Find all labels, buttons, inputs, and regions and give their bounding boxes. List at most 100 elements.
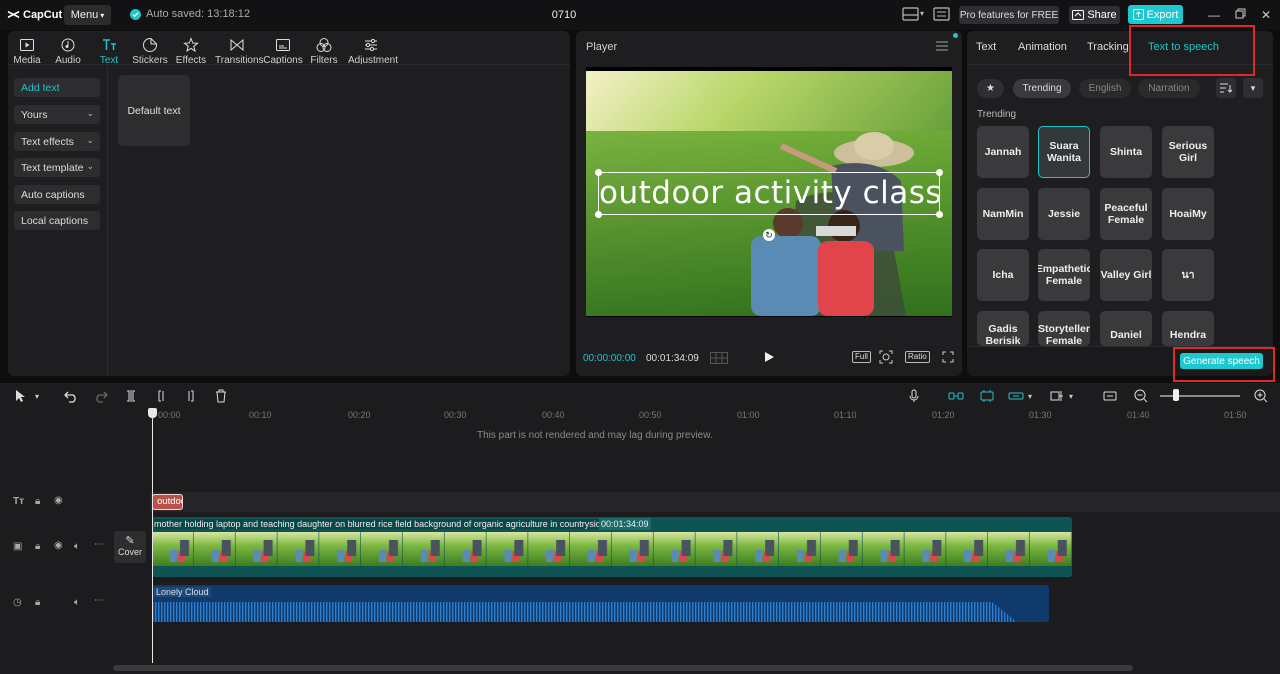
link-icon[interactable]: [948, 389, 964, 403]
horizontal-scrollbar[interactable]: [113, 665, 1133, 671]
eye-icon[interactable]: ◉: [54, 495, 63, 506]
trim-right-icon[interactable]: [184, 389, 198, 403]
more-options-icon[interactable]: ⋯: [94, 595, 104, 606]
tool-audio[interactable]: Audio: [46, 34, 90, 66]
voice-valley-girl[interactable]: Valley Girl: [1100, 249, 1152, 301]
delete-icon[interactable]: [214, 389, 228, 403]
resize-handle[interactable]: [936, 211, 943, 218]
voice-hendra[interactable]: Hendra: [1162, 311, 1214, 346]
text-clip[interactable]: outdoor activity class: [152, 494, 183, 510]
ratio-button[interactable]: Ratio: [905, 351, 930, 363]
minimize-icon[interactable]: —: [1207, 8, 1221, 22]
voice-thai[interactable]: นา: [1162, 249, 1214, 301]
voice-jessie[interactable]: Jessie: [1038, 188, 1090, 240]
caption-selection-box[interactable]: outdoor activity class: [595, 169, 943, 218]
sidebar-item-add-text[interactable]: Add text: [14, 78, 100, 97]
filter-narration[interactable]: Narration: [1138, 79, 1200, 98]
filter-settings-icon[interactable]: [1216, 78, 1236, 98]
export-button[interactable]: Export: [1128, 5, 1183, 24]
timeline-grid-icon[interactable]: [710, 352, 728, 364]
zoom-slider-track[interactable]: [1160, 395, 1240, 397]
project-name[interactable]: 0710: [540, 9, 588, 21]
tab-tracking[interactable]: Tracking: [1087, 41, 1129, 53]
layout-icon[interactable]: [902, 7, 920, 23]
tool-transitions[interactable]: Transitions: [215, 34, 264, 66]
restore-icon[interactable]: [1233, 8, 1247, 22]
tool-media[interactable]: Media: [5, 34, 49, 66]
magnet-icon[interactable]: [979, 389, 995, 403]
voice-nammin[interactable]: NamMin: [977, 188, 1029, 240]
fullscreen-icon[interactable]: [942, 351, 954, 363]
voice-gadis-berisik[interactable]: Gadis Berisik: [977, 311, 1029, 346]
default-text-card[interactable]: Default text: [118, 75, 190, 146]
audio-clip[interactable]: Lonely Cloud: [152, 585, 1049, 622]
playhead-line[interactable]: [152, 408, 153, 663]
voice-daniel[interactable]: Daniel: [1100, 311, 1152, 346]
sidebar-item-auto-captions[interactable]: Auto captions: [14, 185, 100, 204]
keyboard-icon[interactable]: [933, 7, 951, 23]
resize-handle[interactable]: [595, 169, 602, 176]
preview-axis-icon[interactable]: [1050, 389, 1064, 403]
tool-stickers[interactable]: Stickers: [128, 34, 172, 66]
lock-icon[interactable]: 🔒︎: [35, 496, 40, 507]
undo-icon[interactable]: [64, 389, 78, 403]
zoom-in-icon[interactable]: [1254, 389, 1268, 403]
filter-trending[interactable]: Trending: [1013, 79, 1071, 98]
sidebar-item-local-captions[interactable]: Local captions: [14, 211, 100, 230]
chevron-down-icon[interactable]: ▾: [1028, 392, 1042, 406]
chevron-down-icon[interactable]: ▾: [35, 392, 49, 406]
tab-text[interactable]: Text: [976, 41, 996, 53]
voice-suara-wanita[interactable]: Suara Wanita: [1038, 126, 1090, 178]
caption-text[interactable]: outdoor activity class: [599, 175, 942, 211]
redo-icon[interactable]: [94, 389, 108, 403]
caption-track-icon[interactable]: [1103, 389, 1117, 403]
resize-handle[interactable]: [936, 169, 943, 176]
chevron-down-icon[interactable]: ▾: [1069, 392, 1083, 406]
zoom-slider-knob[interactable]: [1173, 389, 1179, 401]
tab-animation[interactable]: Animation: [1018, 41, 1067, 53]
playhead-handle[interactable]: [148, 408, 157, 418]
voice-shinta[interactable]: Shinta: [1100, 126, 1152, 178]
linkage-icon[interactable]: [1008, 389, 1024, 403]
lock-icon[interactable]: 🔒︎: [35, 541, 40, 552]
screenshot-icon[interactable]: [879, 350, 893, 364]
menu-button[interactable]: Menu ▾: [64, 5, 111, 25]
resize-handle[interactable]: [595, 211, 602, 218]
split-icon[interactable]: [124, 389, 138, 403]
tool-captions[interactable]: Captions: [261, 34, 305, 66]
full-quality-button[interactable]: Full: [852, 351, 871, 363]
voice-jannah[interactable]: Jannah: [977, 126, 1029, 178]
rotate-handle-icon[interactable]: ↻: [763, 229, 775, 241]
sidebar-item-text-template[interactable]: Text template ⌄: [14, 158, 100, 177]
trim-left-icon[interactable]: [154, 389, 168, 403]
play-icon[interactable]: [763, 351, 775, 363]
eye-icon[interactable]: ◉: [54, 540, 63, 551]
microphone-icon[interactable]: [907, 389, 921, 403]
zoom-out-icon[interactable]: [1134, 389, 1148, 403]
sidebar-item-yours[interactable]: Yours ⌄: [14, 105, 100, 124]
chevron-down-icon[interactable]: ▾: [1243, 78, 1263, 98]
voice-peaceful-female[interactable]: Peaceful Female: [1100, 188, 1152, 240]
sidebar-item-text-effects[interactable]: Text effects ⌄: [14, 132, 100, 151]
volume-icon[interactable]: 🔈︎: [74, 597, 80, 608]
video-clip[interactable]: mother holding laptop and teaching daugh…: [152, 517, 1072, 577]
tool-adjustment[interactable]: Adjustment: [348, 34, 398, 66]
volume-icon[interactable]: 🔈︎: [74, 541, 80, 552]
voice-icha[interactable]: Icha: [977, 249, 1029, 301]
tool-text[interactable]: Text: [87, 34, 131, 66]
tool-filters[interactable]: Filters: [302, 34, 346, 66]
close-icon[interactable]: ✕: [1259, 8, 1273, 22]
timeline-ruler[interactable]: 00:00 00:10 00:20 00:30 00:40 00:50 01:0…: [150, 410, 1280, 424]
share-button[interactable]: Share: [1069, 6, 1120, 24]
more-options-icon[interactable]: ⋯: [94, 539, 104, 550]
voice-hoaimy[interactable]: HoaiMy: [1162, 188, 1214, 240]
chevron-down-icon[interactable]: ▾: [920, 9, 930, 25]
hamburger-menu-icon[interactable]: [936, 41, 948, 51]
filter-english[interactable]: English: [1079, 79, 1131, 98]
tool-effects[interactable]: Effects: [169, 34, 213, 66]
select-cursor-icon[interactable]: [14, 389, 28, 403]
voice-serious-girl[interactable]: Serious Girl: [1162, 126, 1214, 178]
video-preview[interactable]: outdoor activity class ↻: [586, 67, 952, 317]
favorites-star-icon[interactable]: ★: [977, 79, 1004, 98]
lock-icon[interactable]: 🔒︎: [35, 597, 40, 608]
